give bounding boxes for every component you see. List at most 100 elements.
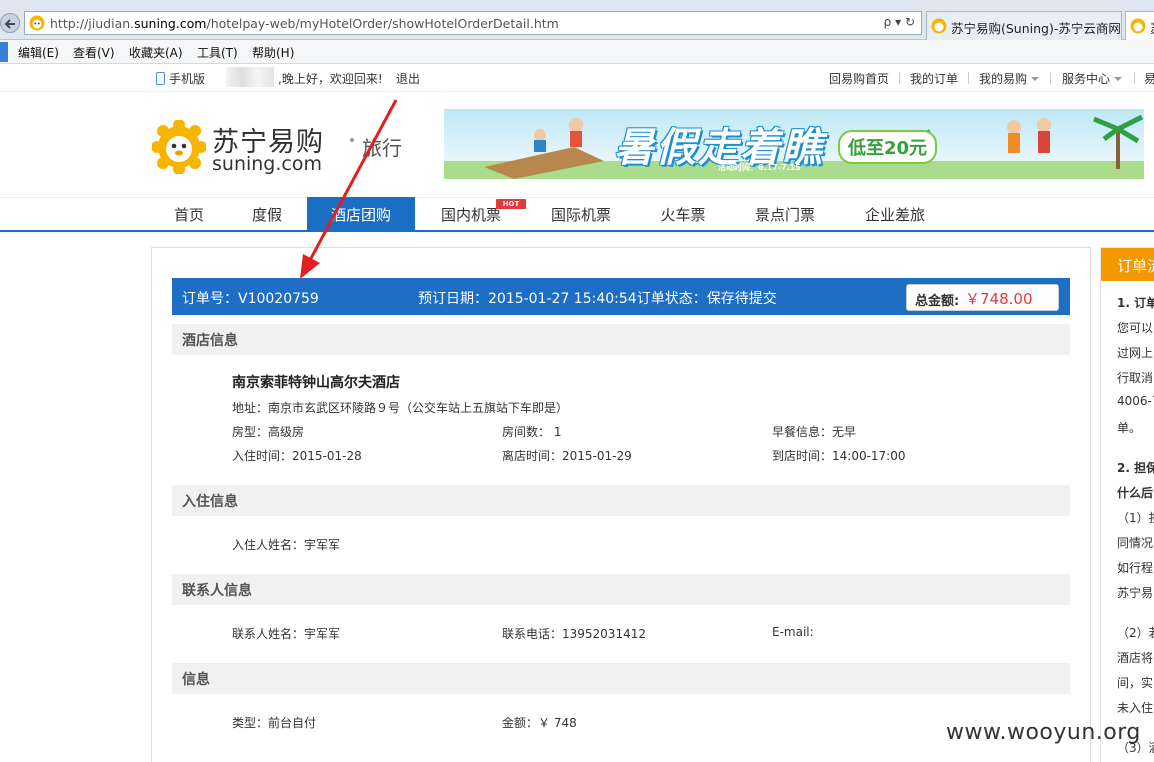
- side-line: 过网上: [1117, 346, 1154, 360]
- menu-tools[interactable]: 工具(T): [197, 44, 238, 61]
- section-hotel-info: 酒店信息: [172, 324, 1070, 355]
- section-title: 信息: [182, 672, 210, 688]
- tab-title: 苏: [1150, 18, 1154, 37]
- payment-amount: 金额：￥ 748: [502, 716, 577, 730]
- payment-type: 类型：前台自付: [232, 716, 317, 730]
- total-amount-box: 总金额: ￥748.00: [906, 284, 1059, 311]
- side-panel-header: 订单流: [1101, 248, 1154, 281]
- side-line: 1. 订单: [1117, 296, 1154, 310]
- menu-view[interactable]: 查看(V): [73, 44, 115, 61]
- menu-favorites[interactable]: 收藏夹(A): [129, 44, 183, 61]
- side-line: 间，实: [1117, 676, 1154, 690]
- nav-item-intl-flights[interactable]: 国际机票: [538, 197, 624, 230]
- greeting-text: ,晚上好，欢迎回来!: [278, 72, 383, 86]
- section-title: 联系人信息: [182, 583, 252, 599]
- watermark: www.wooyun.org: [946, 720, 1141, 745]
- browser-address-bar: http://jiudian.suning.com/hotelpay-web/m…: [0, 0, 1154, 40]
- side-line: 苏宁易: [1117, 586, 1154, 600]
- suning-favicon-icon: [931, 18, 947, 34]
- nav-item-hotel-group[interactable]: 酒店团购: [307, 197, 415, 230]
- url-path: /hotelpay-web/myHotelOrder/showHotelOrde…: [206, 16, 559, 31]
- url-field[interactable]: http://jiudian.suning.com/hotelpay-web/m…: [24, 11, 922, 35]
- extra-link[interactable]: 易: [1144, 70, 1154, 87]
- order-process-side-panel: 订单流 1. 订单 您可以 过网上 行取消 4006-7 单。 2. 担保 什么…: [1100, 247, 1154, 762]
- side-line: 2. 担保: [1117, 461, 1154, 475]
- hot-badge: HOT: [496, 199, 526, 209]
- banner-promo: 低至20元: [838, 130, 938, 164]
- side-line: 酒店将: [1117, 651, 1154, 665]
- menu-edge: [0, 42, 8, 62]
- divider: [1134, 72, 1135, 84]
- side-line: 如行程: [1117, 561, 1154, 575]
- browser-menu-bar: 编辑(E) 查看(V) 收藏夹(A) 工具(T) 帮助(H): [0, 40, 1154, 64]
- browser-tab-suning[interactable]: 苏宁易购(Suning)-苏宁云商网...: [926, 11, 1122, 40]
- side-line: 单。: [1117, 421, 1142, 435]
- menu-edit[interactable]: 编辑(E): [18, 44, 59, 61]
- side-line: （2）若: [1117, 626, 1154, 640]
- summer-promo-banner[interactable]: 暑假走着瞧 低至20元 活动时间：6.17-7.15: [444, 109, 1144, 179]
- browser-tab-active[interactable]: 苏: [1125, 11, 1154, 40]
- logout-link[interactable]: 退出: [396, 70, 420, 87]
- suning-travel-logo[interactable]: 苏宁易购 suning.com 旅行: [152, 118, 412, 180]
- side-line: 行取消: [1117, 371, 1154, 385]
- room-type: 房型：高级房: [232, 425, 305, 439]
- total-value: ￥748.00: [965, 290, 1033, 308]
- order-date: 预订日期：2015-01-27 15:40:54订单状态：保存待提交: [418, 288, 777, 308]
- nav-item-train[interactable]: 火车票: [648, 197, 718, 230]
- hotel-address: 地址：南京市玄武区环陵路９号（公交车站上五旗站下车即是）: [232, 401, 569, 415]
- nav-item-vacation[interactable]: 度假: [238, 197, 296, 230]
- order-date-value: 2015-01-27 15:40:54: [488, 291, 637, 307]
- nav-item-business-travel[interactable]: 企业差旅: [852, 197, 938, 230]
- service-center-link[interactable]: 服务中心: [1062, 70, 1123, 87]
- nav-item-home[interactable]: 首页: [160, 197, 218, 230]
- phone-icon: [156, 72, 165, 85]
- mobile-label: 手机版: [169, 72, 206, 86]
- section-title: 入住信息: [182, 494, 238, 510]
- side-panel-title: 订单流: [1117, 257, 1154, 275]
- divider: [1050, 72, 1051, 84]
- menu-help[interactable]: 帮助(H): [252, 44, 294, 61]
- url-prefix: http://jiudian.: [50, 16, 135, 31]
- order-number: 订单号：V10020759: [182, 288, 319, 308]
- nav-item-attractions[interactable]: 景点门票: [742, 197, 828, 230]
- contact-email: E-mail:: [772, 625, 814, 639]
- divider: [899, 72, 900, 84]
- section-payment-info: 信息: [172, 663, 1070, 694]
- my-suning-label: 我的易购: [979, 72, 1028, 86]
- arrival-time: 到店时间：14:00-17:00: [772, 449, 906, 463]
- main-nav: 首页 度假 酒店团购 国内机票 国际机票 火车票 景点门票 企业差旅: [0, 197, 1154, 232]
- total-label: 总金额:: [915, 294, 960, 309]
- url-tools[interactable]: ρ ▾ ↻: [884, 15, 915, 29]
- logo-dot: [350, 138, 354, 142]
- order-number-label: 订单号：: [182, 291, 238, 307]
- checkin-date: 入住时间：2015-01-28: [232, 449, 362, 463]
- suning-favicon-icon: [1130, 18, 1146, 34]
- chevron-down-icon: [1114, 77, 1123, 81]
- checkout-date: 离店时间：2015-01-29: [502, 449, 632, 463]
- section-title: 酒店信息: [182, 333, 238, 349]
- order-status-label: 订单状态：: [636, 291, 707, 307]
- suning-lion-logo-icon: [152, 120, 206, 174]
- room-count: 房间数： 1: [502, 425, 562, 439]
- my-orders-link[interactable]: 我的订单: [910, 70, 958, 87]
- banner-date: 活动时间：6.17-7.15: [718, 163, 801, 172]
- order-number-value: V10020759: [238, 291, 319, 307]
- side-line: （1）担: [1117, 511, 1154, 525]
- order-status-value: 保存待提交: [706, 291, 777, 307]
- url-text: http://jiudian.suning.com/hotelpay-web/m…: [50, 16, 559, 31]
- side-line: 您可以: [1117, 321, 1154, 335]
- my-suning-link[interactable]: 我的易购: [979, 70, 1040, 87]
- divider: [968, 72, 969, 84]
- order-date-label: 预订日期：: [418, 291, 488, 307]
- side-line: 同情况: [1117, 536, 1154, 550]
- redacted-username: [226, 67, 274, 87]
- chevron-down-icon: [1031, 77, 1040, 81]
- section-contact-info: 联系人信息: [172, 574, 1070, 605]
- back-button[interactable]: [0, 13, 20, 33]
- mobile-link[interactable]: 手机版: [156, 70, 205, 87]
- breakfast-info: 早餐信息：无早: [772, 425, 857, 439]
- site-top-strip: 手机版 ,晚上好，欢迎回来! 退出 回易购首页 我的订单 我的易购 服务中心 易: [0, 64, 1154, 92]
- home-link[interactable]: 回易购首页: [829, 70, 889, 87]
- logo-en: suning.com: [212, 153, 322, 175]
- suning-favicon-icon: [29, 15, 45, 31]
